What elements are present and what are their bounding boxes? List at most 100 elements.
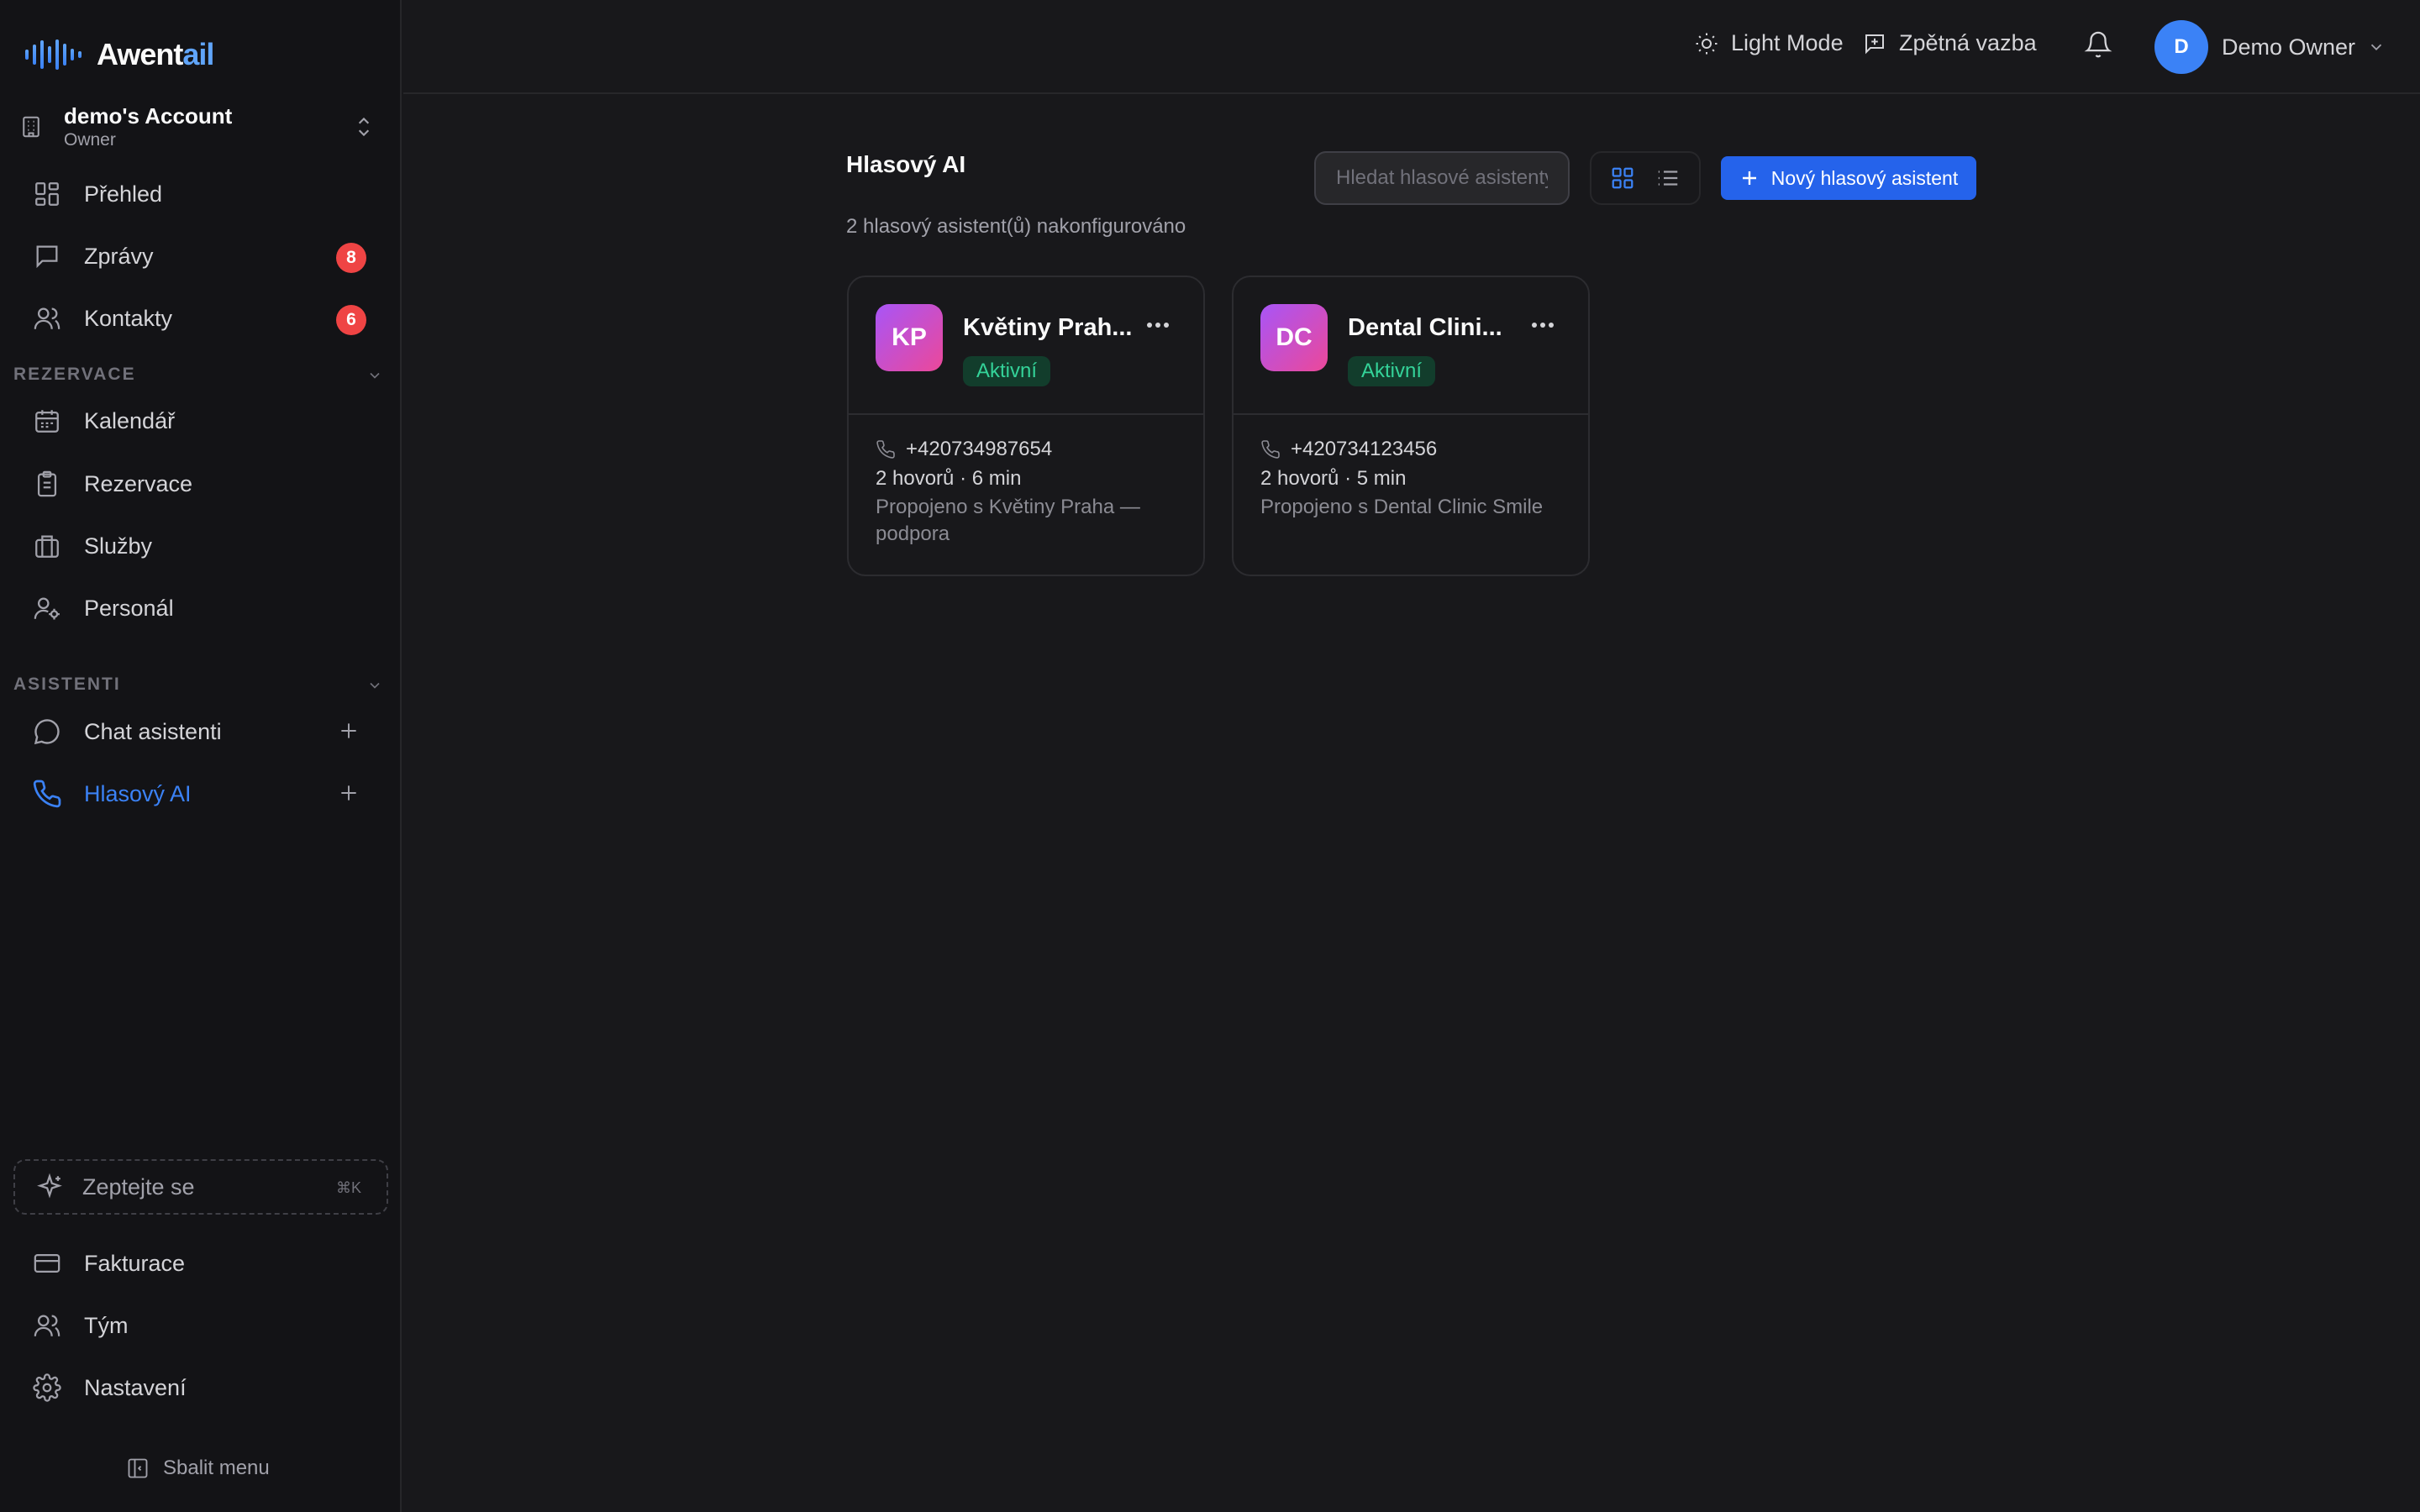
- more-options-icon[interactable]: [1146, 321, 1170, 329]
- assistant-avatar: DC: [1260, 304, 1328, 371]
- theme-toggle-button[interactable]: Light Mode: [1694, 30, 1844, 56]
- gear-icon: [33, 1373, 61, 1402]
- sidebar-item-settings[interactable]: Nastavení: [20, 1362, 381, 1414]
- notifications-button[interactable]: [2084, 30, 2112, 59]
- sparkles-icon: [37, 1173, 62, 1199]
- phone-number: +420734987654: [906, 438, 1053, 460]
- calendar-icon: [35, 410, 59, 433]
- list-view-icon[interactable]: [1655, 165, 1681, 191]
- sidebar: Awentail demo's Account Owner Přehled Zp…: [0, 0, 402, 1512]
- user-menu[interactable]: D Demo Owner: [2154, 20, 2386, 74]
- assistant-card[interactable]: DC Dental Clini... Aktivní +420734123456…: [1232, 276, 1590, 576]
- assistant-avatar: KP: [876, 304, 943, 371]
- brand-logo[interactable]: Awentail: [25, 37, 214, 72]
- dashboard-icon: [35, 182, 59, 206]
- sidebar-item-reservations[interactable]: Rezervace: [20, 458, 381, 510]
- ask-ai-button[interactable]: Zeptejte se ⌘K: [13, 1159, 388, 1215]
- message-plus-icon: [1865, 34, 1884, 54]
- sidebar-item-label: Kalendář: [84, 407, 176, 433]
- search-input[interactable]: [1314, 151, 1570, 205]
- keyboard-shortcut: ⌘K: [335, 1179, 361, 1196]
- section-header-bookings[interactable]: REZERVACE: [13, 362, 388, 387]
- chevron-down-icon: [2370, 44, 2382, 51]
- assistant-phone: +420734123456: [1260, 435, 1561, 464]
- bell-icon: [2084, 31, 2112, 58]
- credit-card-icon: [34, 1253, 60, 1273]
- sidebar-item-label: Chat asistenti: [84, 718, 222, 744]
- more-options-icon[interactable]: [1531, 321, 1555, 329]
- sidebar-item-label: Služby: [84, 533, 153, 559]
- account-role: Owner: [64, 130, 116, 150]
- call-stats: 2 hovorů · 5 min: [1260, 467, 1407, 490]
- feedback-label: Zpětná vazba: [1899, 30, 2037, 55]
- collapse-label: Sbalit menu: [163, 1457, 270, 1479]
- avatar: D: [2154, 20, 2208, 74]
- users-icon: [34, 307, 60, 329]
- sidebar-item-services[interactable]: Služby: [20, 520, 381, 572]
- sidebar-item-label: Kontakty: [84, 305, 173, 331]
- sun-icon: [1696, 33, 1718, 54]
- panel-left-icon: [128, 1458, 148, 1478]
- sidebar-item-label: Tým: [84, 1312, 129, 1338]
- sidebar-item-contacts[interactable]: Kontakty 6: [20, 292, 381, 344]
- phone-icon: [876, 440, 895, 459]
- add-voice-ai-plus-icon[interactable]: [338, 782, 360, 804]
- briefcase-icon: [35, 535, 59, 558]
- sidebar-item-chat-assistants[interactable]: Chat asistenti: [20, 706, 381, 758]
- sidebar-item-label: Rezervace: [84, 470, 193, 496]
- view-toggle: [1590, 151, 1701, 205]
- page-title: Hlasový AI: [846, 151, 966, 177]
- chevron-down-icon: [370, 372, 380, 379]
- phone-number: +420734123456: [1291, 438, 1438, 460]
- status-badge: Aktivní: [963, 356, 1051, 386]
- phone-icon: [33, 780, 61, 808]
- sidebar-item-label: Hlasový AI: [84, 780, 192, 806]
- section-label: REZERVACE: [13, 365, 136, 384]
- feedback-button[interactable]: Zpětná vazba: [1862, 30, 2037, 56]
- page-subtitle: 2 hlasový asistent(ů) nakonfigurováno: [846, 215, 1186, 238]
- assistant-phone: +420734987654: [876, 435, 1176, 464]
- button-label: Nový hlasový asistent: [1770, 166, 1959, 189]
- sidebar-item-overview[interactable]: Přehled: [20, 168, 381, 220]
- message-square-icon: [36, 245, 58, 269]
- account-switcher[interactable]: demo's Account Owner: [15, 99, 387, 155]
- unread-badge: 8: [336, 243, 366, 273]
- sidebar-item-staff[interactable]: Personál: [20, 582, 381, 634]
- user-cog-icon: [34, 597, 60, 620]
- sidebar-item-messages[interactable]: Zprávy 8: [20, 230, 381, 282]
- theme-label: Light Mode: [1731, 30, 1844, 55]
- sidebar-item-label: Fakturace: [84, 1250, 186, 1276]
- sidebar-item-voice-ai[interactable]: Hlasový AI: [20, 768, 381, 820]
- sidebar-item-team[interactable]: Tým: [20, 1299, 381, 1352]
- phone-icon: [1261, 440, 1280, 459]
- ask-label: Zeptejte se: [82, 1173, 195, 1200]
- chevron-down-icon: [370, 682, 380, 689]
- message-circle-icon: [34, 719, 60, 745]
- grid-view-icon[interactable]: [1610, 165, 1635, 191]
- sidebar-item-billing[interactable]: Fakturace: [20, 1237, 381, 1289]
- linked-assistant: Propojeno s Dental Clinic Smile: [1260, 496, 1544, 518]
- section-header-assistants[interactable]: ASISTENTI: [13, 672, 388, 697]
- user-name: Demo Owner: [2222, 34, 2356, 60]
- clipboard-icon: [37, 470, 57, 497]
- linked-assistant: Propojeno s Květiny Praha — podpora: [876, 496, 1140, 545]
- sidebar-item-calendar[interactable]: Kalendář: [20, 395, 381, 447]
- section-label: ASISTENTI: [13, 675, 121, 694]
- collapse-menu-button[interactable]: Sbalit menu: [126, 1457, 270, 1480]
- waveform-icon: [25, 38, 82, 71]
- call-stats: 2 hovorů · 6 min: [876, 467, 1022, 490]
- building-icon: [23, 116, 39, 138]
- sidebar-item-label: Zprávy: [84, 243, 154, 269]
- assistant-card[interactable]: KP Květiny Prah... Aktivní +420734987654…: [847, 276, 1205, 576]
- account-name: demo's Account: [64, 103, 233, 129]
- chevron-up-down-icon: [358, 117, 370, 137]
- assistant-name: Květiny Prah...: [963, 314, 1131, 341]
- top-bar: Light Mode Zpětná vazba D Demo Owner: [403, 0, 2420, 94]
- unread-badge: 6: [336, 305, 366, 335]
- sidebar-item-label: Nastavení: [84, 1374, 187, 1400]
- sidebar-item-label: Přehled: [84, 181, 163, 207]
- users-icon: [34, 1315, 60, 1336]
- add-chat-assistant-plus-icon[interactable]: [338, 720, 360, 742]
- new-voice-assistant-button[interactable]: Nový hlasový asistent: [1721, 156, 1976, 200]
- brand-name: Awentail: [97, 37, 214, 71]
